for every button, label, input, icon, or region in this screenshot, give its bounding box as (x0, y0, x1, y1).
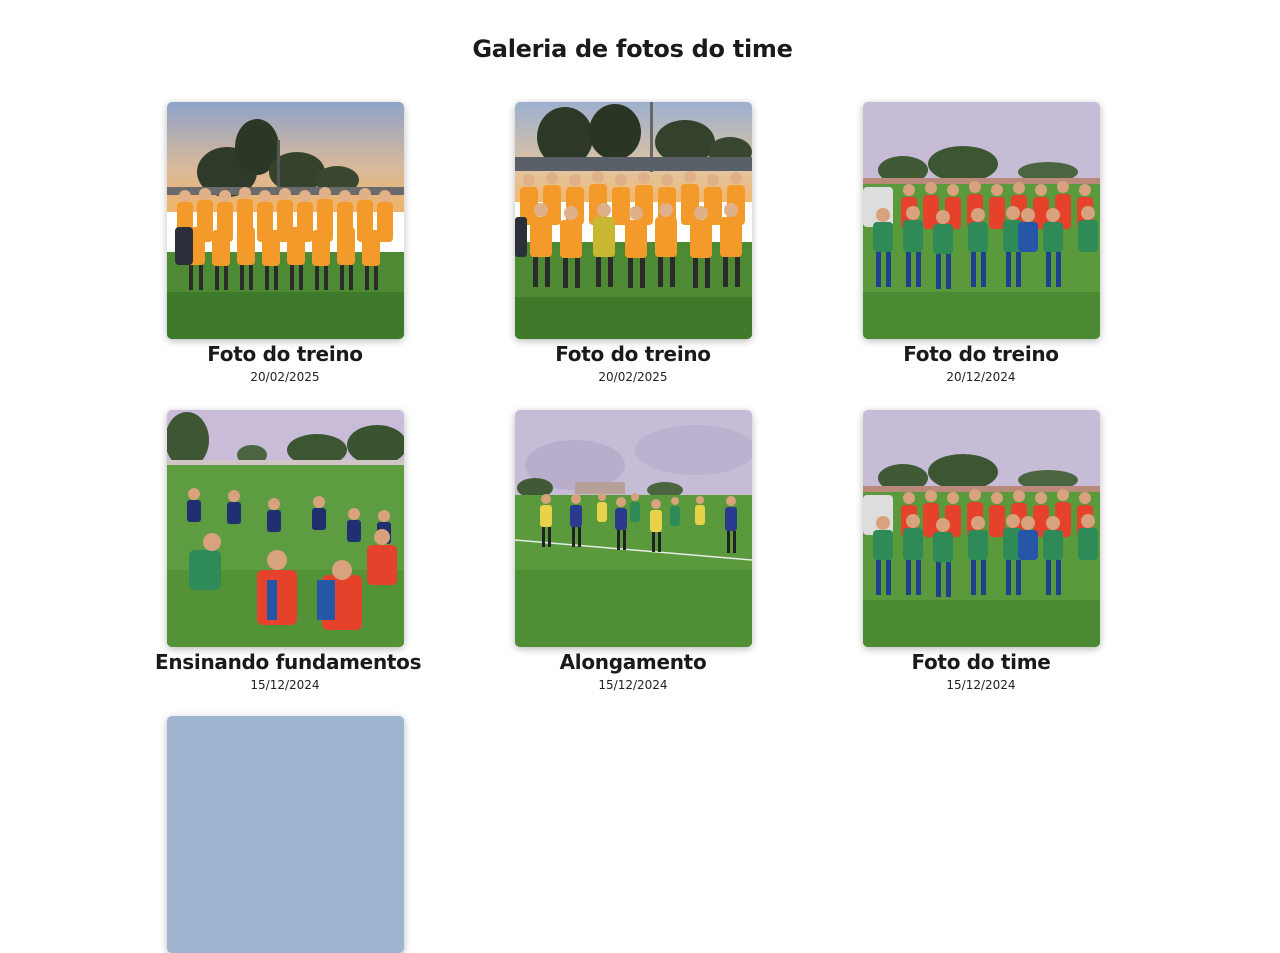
gallery-photo[interactable] (514, 410, 752, 647)
gallery-photo[interactable] (166, 716, 404, 953)
photo-caption: Foto do treino (903, 342, 1059, 366)
gallery-photo[interactable] (862, 410, 1100, 647)
photo-caption: Foto do time (911, 650, 1051, 674)
gallery-photo[interactable] (514, 102, 752, 339)
photo-caption: Foto do treino (555, 342, 711, 366)
photo-gallery: Foto do treino 20/02/2025 Foto do treino… (0, 0, 1280, 953)
photo-caption: Alongamento (559, 650, 707, 674)
photo-date: 15/12/2024 (250, 678, 320, 692)
photo-caption: Ensinando fundamentos (155, 650, 422, 674)
photo-date: 20/02/2025 (598, 370, 668, 384)
photo-caption: Foto do treino (207, 342, 363, 366)
gallery-photo[interactable] (166, 410, 404, 647)
gallery-card[interactable]: Ensinando fundamentos 15/12/2024 (155, 410, 422, 693)
gallery-card[interactable]: Foto do treino 20/12/2024 (851, 102, 1111, 385)
photo-date: 20/12/2024 (946, 370, 1016, 384)
gallery-card[interactable]: Foto do treino 20/02/2025 (155, 102, 415, 385)
gallery-card[interactable]: Foto do treino 20/02/2025 (503, 102, 763, 385)
photo-date: 15/12/2024 (598, 678, 668, 692)
photo-date: 15/12/2024 (946, 678, 1016, 692)
gallery-card[interactable]: Alongamento 15/12/2024 (503, 410, 763, 693)
gallery-card-partial[interactable] (155, 716, 415, 953)
gallery-photo[interactable] (166, 102, 404, 339)
photo-date: 20/02/2025 (250, 370, 320, 384)
gallery-photo[interactable] (862, 102, 1100, 339)
gallery-card[interactable]: Foto do time 15/12/2024 (851, 410, 1111, 693)
